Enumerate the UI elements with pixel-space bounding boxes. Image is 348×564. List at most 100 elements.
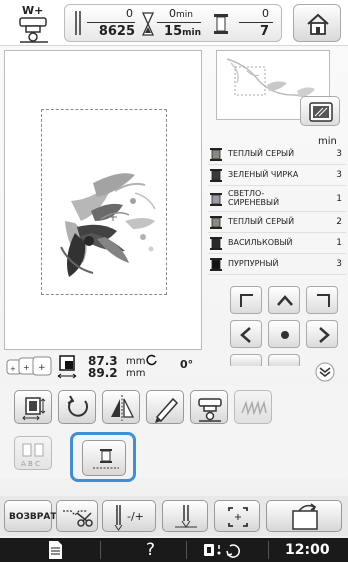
move-down-button[interactable]	[268, 354, 300, 366]
time-current: 0min	[169, 7, 193, 20]
move-design-button[interactable]	[14, 390, 52, 424]
embroidery-arrow-icon	[292, 503, 318, 530]
move-frame-icon	[22, 397, 46, 421]
move-up-right-button[interactable]	[306, 286, 338, 314]
spool-abc-icon: A B C	[21, 443, 44, 468]
layout-display-icon: + + +	[6, 356, 52, 376]
thread-row: ЗЕЛЕНЫЙ ЧИРКА 3	[208, 165, 346, 186]
thread-minutes: 3	[336, 259, 342, 269]
thread-spool-icon	[210, 193, 222, 206]
back-button[interactable]: ВОЗВРАТ	[4, 500, 56, 532]
thread-spool-icon	[210, 258, 222, 271]
density-button[interactable]	[146, 390, 184, 424]
arrow-up-left-icon	[240, 294, 253, 307]
stitch-current: 0	[126, 7, 133, 20]
wireless-status[interactable]	[200, 540, 250, 560]
width-unit: mm	[126, 356, 146, 367]
help-button[interactable]: ?	[146, 540, 155, 560]
move-down-left-button[interactable]	[230, 354, 262, 366]
status-divider	[100, 541, 101, 559]
embroidery-edit-screen: W+ 0 8625 0min 15min 0 7 min ТЕПЛЫЙ СЕРЫ…	[0, 0, 348, 562]
home-button[interactable]	[293, 4, 341, 42]
thread-minutes: 1	[336, 238, 342, 248]
back-button-label: ВОЗВРАТ	[9, 512, 57, 522]
thread-minutes: 3	[336, 170, 342, 180]
scissors-icon	[63, 510, 93, 527]
thread-name: ЗЕЛЕНЫЙ ЧИРКА	[228, 170, 299, 179]
svg-text:+: +	[10, 365, 16, 373]
color-divider	[239, 22, 273, 23]
thumbnail-zoom-button[interactable]	[300, 96, 340, 126]
color-current: 0	[262, 7, 269, 20]
needle-position-button[interactable]	[162, 500, 208, 532]
manual-button[interactable]	[40, 540, 70, 560]
thread-color-list: ТЕПЛЫЙ СЕРЫЙ 3 ЗЕЛЕНЫЙ ЧИРКА 3 СВЕТЛО- С…	[208, 144, 346, 275]
expand-toggle-button[interactable]	[310, 362, 340, 382]
thread-minutes: 3	[336, 149, 342, 159]
arrow-up-right-icon	[317, 294, 330, 307]
embroidery-design-preview	[60, 173, 156, 277]
frame-view-icon	[309, 102, 333, 122]
thread-row: ПУРПУРНЫЙ 3	[208, 254, 346, 275]
svg-text:+: +	[23, 363, 30, 372]
thread-spool-icon	[210, 216, 222, 229]
thread-display-button[interactable]	[82, 440, 126, 476]
thread-spool-icon	[214, 14, 228, 34]
thread-cut-button[interactable]	[56, 500, 98, 532]
presser-foot-indicator: W+	[14, 4, 54, 44]
move-left-button[interactable]	[230, 320, 262, 348]
thread-row: ТЕПЛЫЙ СЕРЫЙ 2	[208, 212, 346, 233]
needle-count-icon	[75, 11, 81, 35]
arrow-right-icon	[319, 327, 330, 343]
design-height: 89.2	[88, 366, 118, 380]
thread-minutes: 1	[336, 194, 342, 204]
status-bar: ? 12:00	[0, 538, 348, 562]
thread-name: ТЕПЛЫЙ СЕРЫЙ	[228, 149, 295, 158]
stitch-total: 8625	[98, 24, 135, 39]
center-dot-icon	[281, 331, 289, 339]
mirror-icon	[111, 395, 135, 421]
status-divider	[268, 541, 269, 559]
thread-name: СВЕТЛО- СИРЕНЕВЫЙ	[228, 189, 280, 207]
stitch-counter-panel: 0 8625 0min 15min 0 7	[64, 4, 282, 42]
thread-row: ТЕПЛЫЙ СЕРЫЙ 3	[208, 144, 346, 165]
mirror-button[interactable]	[102, 390, 140, 424]
needle-stitch-button[interactable]: -/+	[102, 500, 156, 532]
stitch-pattern-button	[234, 390, 272, 424]
thread-spool-icon	[210, 169, 222, 182]
pencil-icon	[155, 397, 179, 423]
center-button[interactable]	[268, 320, 300, 348]
thread-row: ВАСИЛЬКОВЫЙ 1	[208, 233, 346, 254]
color-total: 7	[259, 24, 269, 39]
needle-icon	[114, 505, 123, 531]
thread-spool-icon	[210, 148, 222, 161]
abc-label: A B C	[21, 460, 40, 468]
presser-foot-icon	[19, 17, 48, 43]
frame-corners-icon	[228, 507, 248, 527]
thread-spool-dotted-icon	[93, 449, 119, 469]
presser-foot-setting-button[interactable]	[190, 390, 228, 424]
trial-button[interactable]	[214, 500, 260, 532]
arrow-up-icon	[277, 295, 293, 306]
thread-letter-button: A B C	[14, 436, 52, 470]
rotate-angle-icon	[146, 354, 157, 366]
rotation-angle: 0°	[180, 358, 194, 371]
thread-name: ВАСИЛЬКОВЫЙ	[228, 238, 293, 247]
move-right-button[interactable]	[306, 320, 338, 348]
embroidery-preview-area[interactable]	[4, 50, 202, 350]
move-up-button[interactable]	[268, 286, 300, 314]
rotate-button[interactable]	[58, 390, 96, 424]
move-up-left-button[interactable]	[230, 286, 262, 314]
svg-text:+: +	[38, 363, 46, 373]
thread-row: СВЕТЛО- СИРЕНЕВЫЙ 1	[208, 186, 346, 212]
thread-name: ТЕПЛЫЙ СЕРЫЙ	[228, 217, 295, 226]
time-divider	[157, 22, 201, 23]
thread-name: ПУРПУРНЫЙ	[228, 259, 279, 268]
design-info-row: + + + 87.3 mm 89.2 mm 0°	[4, 352, 202, 382]
needle-adjust-label: -/+	[127, 510, 144, 523]
presser-foot-small-icon	[198, 398, 222, 422]
top-bar: W+ 0 8625 0min 15min 0 7	[0, 0, 348, 46]
embroider-button[interactable]	[266, 500, 342, 532]
thread-spool-icon	[210, 237, 222, 250]
wireless-icon	[204, 544, 240, 558]
